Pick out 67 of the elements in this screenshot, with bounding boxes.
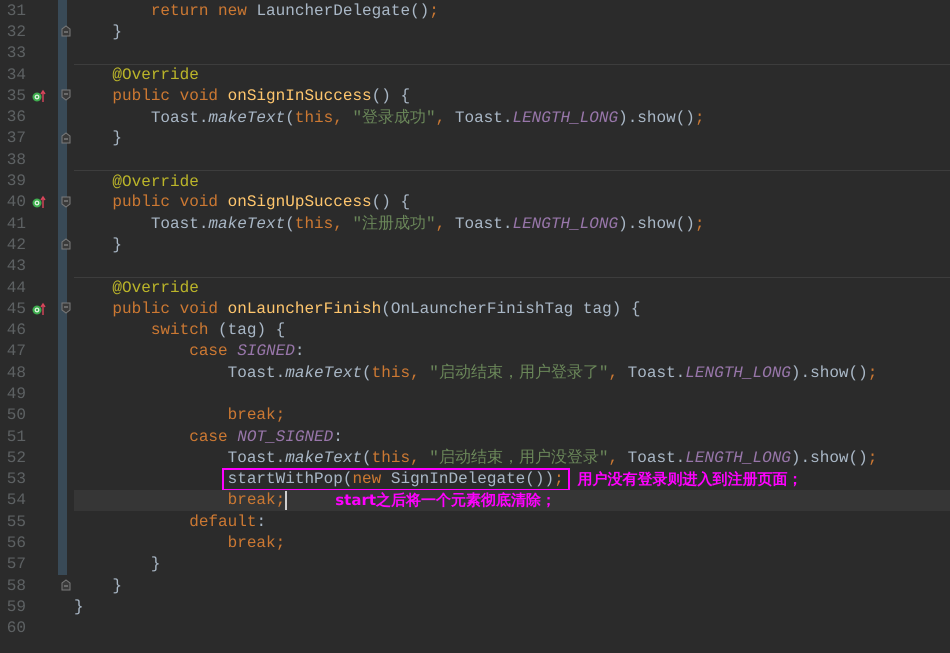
fold-marker-icon[interactable] <box>61 132 71 144</box>
code-line: case SIGNED: <box>188 342 304 360</box>
line-number: 36 <box>6 108 26 126</box>
line-number: 32 <box>6 22 26 41</box>
override-icon[interactable] <box>32 302 46 316</box>
code-line: @Override <box>111 172 199 191</box>
code-line: break; <box>226 491 286 510</box>
line-number: 59 <box>6 598 26 616</box>
code-line: default: <box>188 512 266 531</box>
code-line: } <box>111 129 122 148</box>
line-number: 43 <box>6 257 26 276</box>
override-icon[interactable] <box>32 88 46 103</box>
code-line: break; <box>226 406 286 424</box>
code-line: Toast.makeText(this, "启动结束，用户登录了", Toast.LENGTH_LONG).show(); <box>226 362 878 384</box>
line-number: 55 <box>6 512 26 531</box>
code-line: public void onSignUpSuccess() { <box>111 193 410 212</box>
code-line: public void onLauncherFinish(OnLauncherFinishTag tag) { <box>111 300 640 318</box>
line-number: 35 <box>6 86 26 105</box>
line-number: 51 <box>6 428 26 446</box>
fold-marker-icon[interactable] <box>61 302 71 314</box>
line-number: 34 <box>6 66 26 84</box>
line-number: 44 <box>6 278 26 296</box>
line-number: 45 <box>6 300 26 318</box>
code-line: } <box>111 576 122 595</box>
line-number: 58 <box>6 576 26 595</box>
fold-marker-icon[interactable] <box>61 196 71 208</box>
code-line: Toast.makeText(this, "注册成功", Toast.LENGTH_LONG).show(); <box>150 214 705 234</box>
line-number: 57 <box>6 555 26 574</box>
line-number: 39 <box>6 172 26 190</box>
annotation-note: start之后将一个元素彻底清除； <box>335 490 556 510</box>
code-line: @Override <box>111 279 199 297</box>
code-line: } <box>74 598 84 616</box>
override-icon[interactable] <box>32 195 46 210</box>
code-line: @Override <box>111 66 199 84</box>
code-line: break; <box>226 534 286 552</box>
line-number: 47 <box>6 342 26 360</box>
code-line: switch (tag) { <box>150 321 286 340</box>
line-number: 56 <box>6 534 26 552</box>
line-number: 52 <box>6 448 26 467</box>
code-line: } <box>111 22 122 41</box>
code-line: } <box>111 236 122 254</box>
line-number: 48 <box>6 364 26 382</box>
fold-marker-icon[interactable] <box>61 25 71 38</box>
line-number: 50 <box>6 406 26 424</box>
annotation-note: 用户没有登录则进入到注册页面； <box>578 470 803 489</box>
fold-marker-icon[interactable] <box>61 238 71 250</box>
line-number: 33 <box>6 44 26 62</box>
line-number: 31 <box>6 2 26 20</box>
line-number: 41 <box>6 214 26 233</box>
line-number: 49 <box>6 384 26 403</box>
fold-marker-icon[interactable] <box>61 89 71 102</box>
code-line: } <box>150 555 160 574</box>
code-line: Toast.makeText(this, "启动结束，用户没登录", Toast.LENGTH_LONG).show(); <box>226 448 878 468</box>
line-number: 40 <box>6 193 26 212</box>
text-cursor <box>285 490 288 510</box>
code-line: Toast.makeText(this, "登录成功", Toast.LENGTH_LONG).show(); <box>150 108 705 128</box>
line-number: 60 <box>6 619 26 638</box>
line-number: 37 <box>6 129 26 148</box>
fold-marker-icon[interactable] <box>61 579 71 592</box>
line-number: 53 <box>6 470 26 488</box>
line-number: 46 <box>6 321 26 340</box>
code-line: return new LauncherDelegate(); <box>150 2 439 20</box>
code-line: case NOT_SIGNED: <box>188 428 343 446</box>
line-number: 38 <box>6 150 26 169</box>
code-line: public void onSignInSuccess() { <box>111 86 410 105</box>
line-number: 54 <box>6 491 26 510</box>
line-number: 42 <box>6 236 26 254</box>
